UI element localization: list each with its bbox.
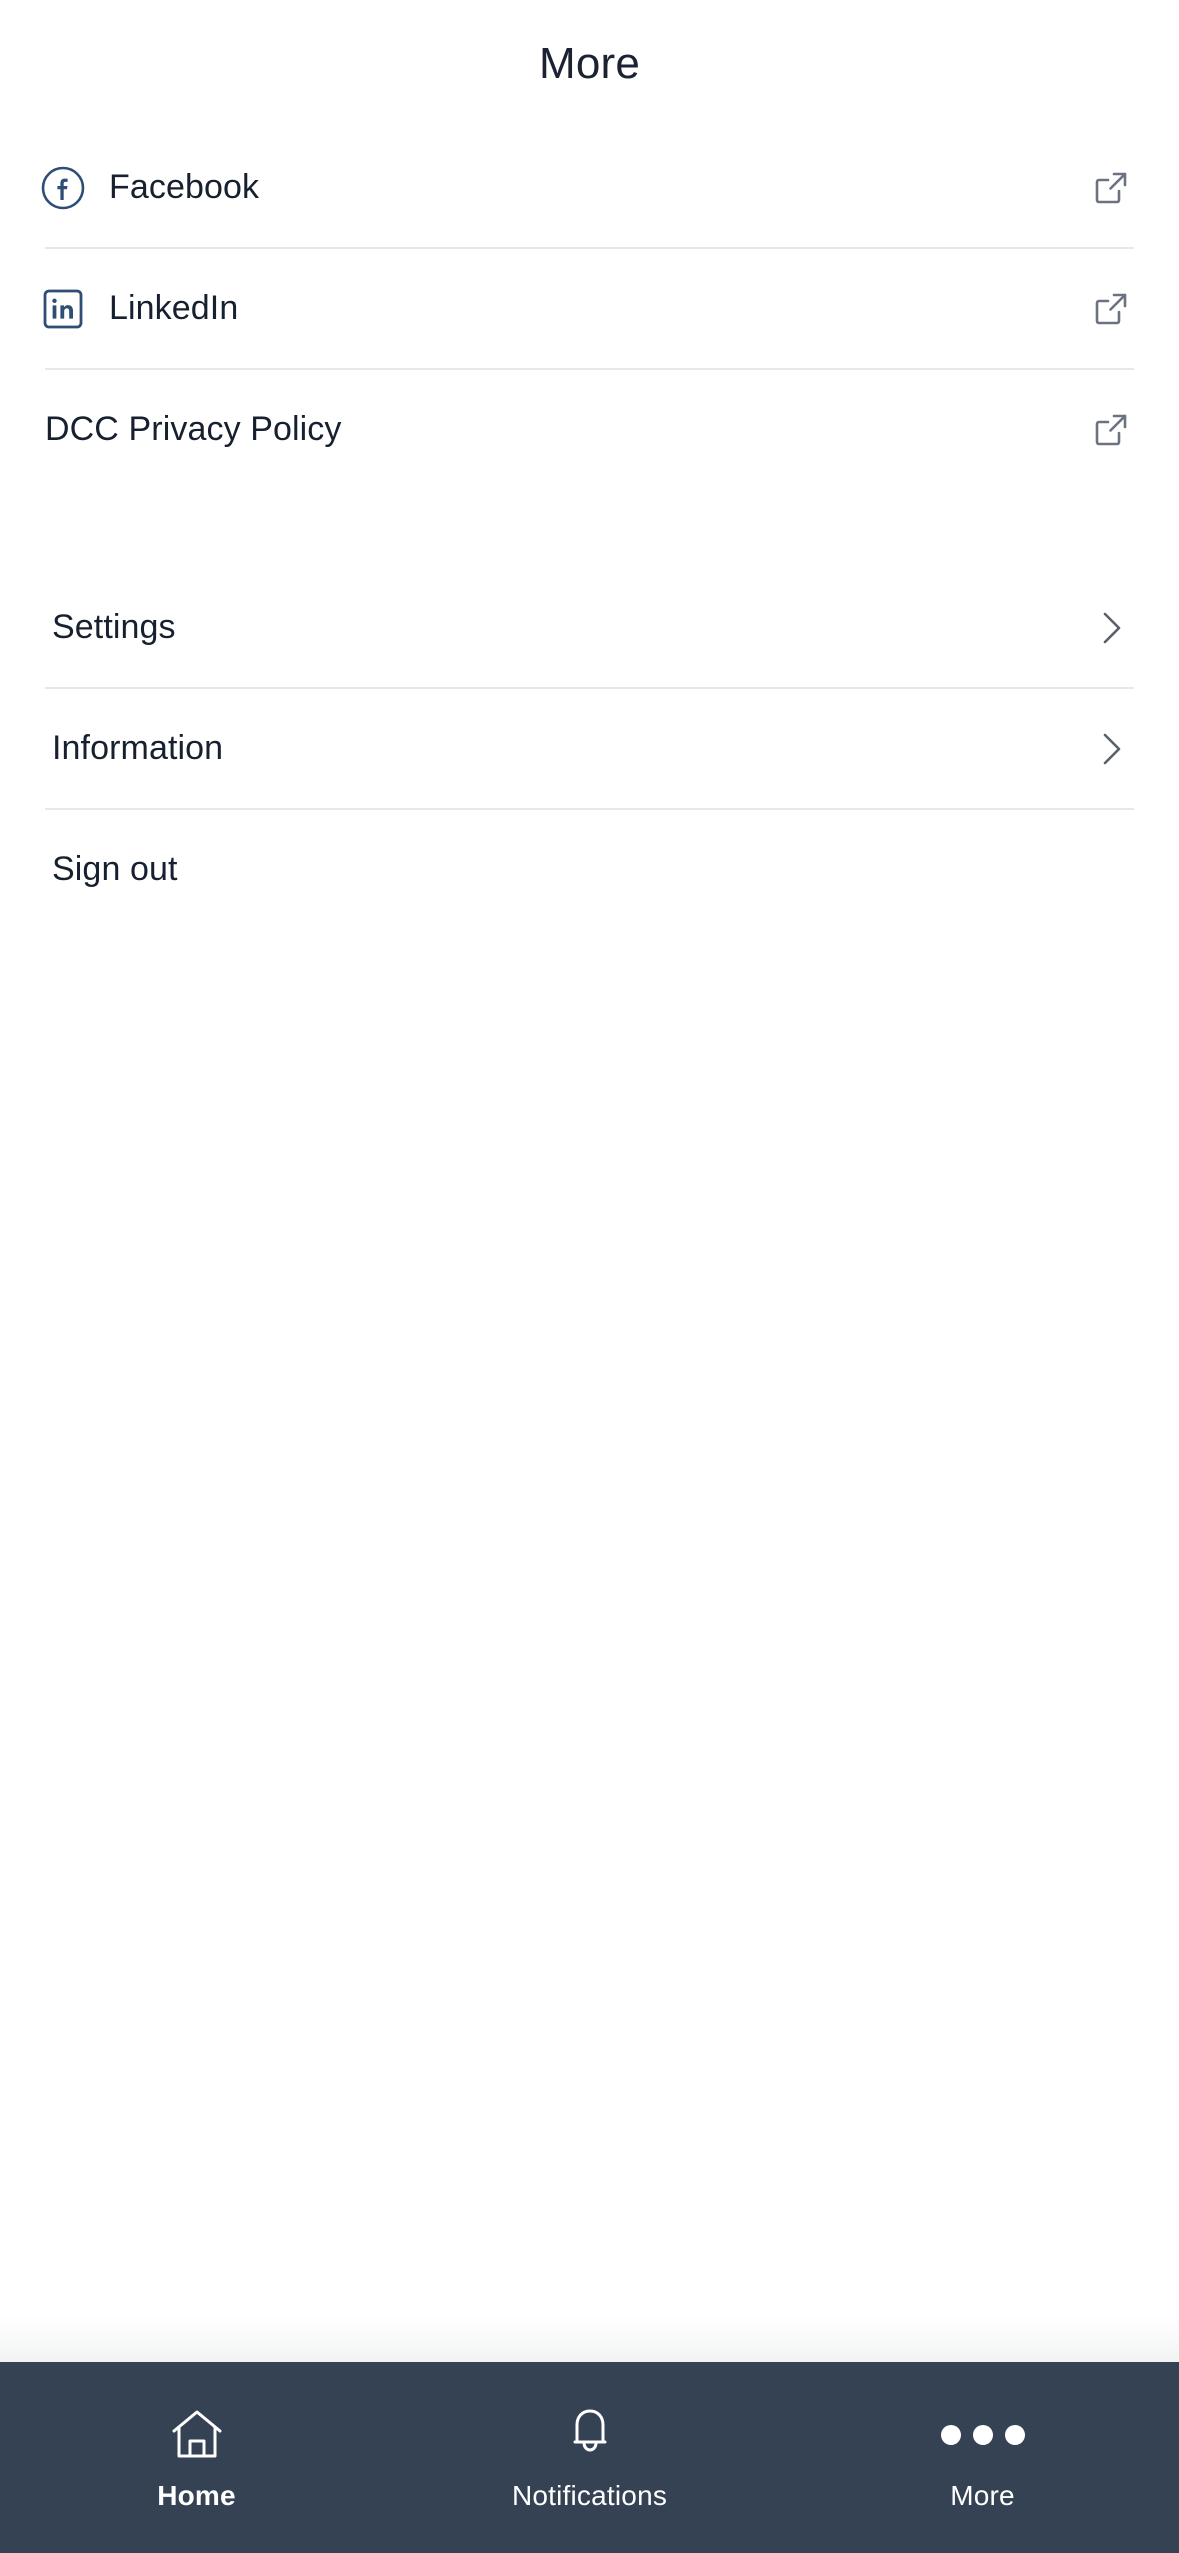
- list-item-dcc-privacy-policy[interactable]: DCC Privacy Policy: [0, 370, 1179, 489]
- ellipsis-dot: [940, 2425, 961, 2445]
- list-item-label: Facebook: [109, 168, 260, 206]
- list-item-label: Sign out: [52, 850, 178, 888]
- ellipsis-dot: [972, 2425, 993, 2445]
- nav-item-label: Notifications: [511, 2480, 668, 2511]
- nav-fade-gradient: [0, 2316, 1179, 2362]
- bell-icon: [559, 2404, 621, 2466]
- list-item-information[interactable]: Information: [0, 689, 1179, 808]
- external-link-icon[interactable]: [1087, 164, 1135, 212]
- page-title: More: [538, 39, 641, 88]
- list-item-label: Settings: [52, 608, 176, 646]
- list-item-sign-out[interactable]: Sign out: [0, 810, 1179, 929]
- page-header: More: [0, 0, 1179, 128]
- external-links-section: Facebook LinkedIn DCC Privacy Policy: [0, 128, 1179, 489]
- ellipsis-icon: [940, 2404, 1025, 2466]
- list-item-settings[interactable]: Settings: [0, 568, 1179, 687]
- bottom-navigation-bar: Home Notifications More: [0, 2362, 1179, 2553]
- external-link-icon[interactable]: [1087, 406, 1135, 454]
- list-item-label: DCC Privacy Policy: [45, 410, 342, 448]
- list-item-label: LinkedIn: [109, 289, 239, 327]
- nav-item-notifications[interactable]: Notifications: [393, 2362, 786, 2510]
- facebook-icon: [40, 165, 86, 211]
- more-screen: More Facebook LinkedIn DCC Privacy Polic…: [0, 0, 1179, 2553]
- nav-item-label: Home: [157, 2480, 236, 2511]
- linkedin-icon: [40, 286, 86, 332]
- ellipsis-dot: [1004, 2425, 1025, 2445]
- external-link-icon[interactable]: [1087, 285, 1135, 333]
- nav-item-more[interactable]: More: [786, 2362, 1179, 2510]
- nav-item-label: More: [950, 2480, 1015, 2511]
- home-icon: [166, 2404, 228, 2466]
- list-item-linkedin[interactable]: LinkedIn: [0, 249, 1179, 368]
- account-section: Settings Information Sign out: [0, 568, 1179, 929]
- nav-item-home[interactable]: Home: [0, 2362, 393, 2510]
- list-item-facebook[interactable]: Facebook: [0, 128, 1179, 247]
- chevron-right-icon[interactable]: [1087, 604, 1135, 652]
- list-item-label: Information: [52, 729, 224, 767]
- chevron-right-icon[interactable]: [1087, 725, 1135, 773]
